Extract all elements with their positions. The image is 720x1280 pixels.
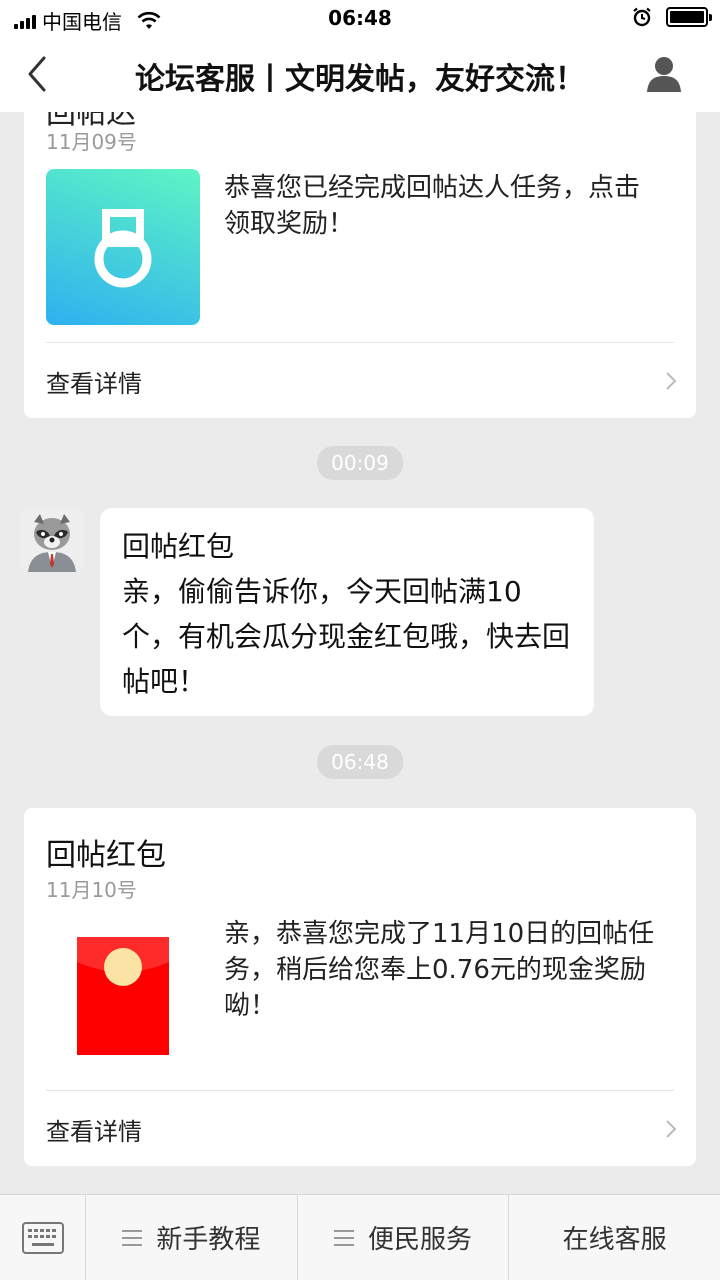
message-text: 亲，偷偷告诉你，今天回帖满10个，有机会瓜分现金红包哦，快去回帖吧！ [122, 575, 571, 698]
red-packet-card[interactable]: 回帖红包 11月10号 亲，恭喜您完成了11月10日的回帖任务，稍后给您奉上0.… [24, 808, 696, 1166]
chevron-right-icon [666, 1120, 677, 1138]
menu-list-icon [122, 1229, 143, 1246]
keyboard-icon [22, 1222, 64, 1254]
menu-online-support[interactable]: 在线客服 [509, 1195, 720, 1280]
task-card[interactable]: 回帖达 11月09号 恭喜您已经完成回帖达人任务，点击领取奖励！ 查看详情 [24, 112, 696, 418]
back-icon[interactable] [20, 54, 56, 94]
medal-thumbnail [46, 169, 200, 325]
timestamp: 00:09 [317, 446, 403, 480]
menu-convenience-services[interactable]: 便民服务 [298, 1195, 510, 1280]
card-text: 亲，恭喜您完成了11月10日的回帖任务，稍后给您奉上0.76元的现金奖励呦！ [224, 919, 655, 1021]
red-packet-icon [77, 937, 169, 1055]
status-time: 06:48 [328, 6, 392, 30]
view-details-link[interactable]: 查看详情 [46, 1112, 142, 1147]
chevron-right-icon [666, 372, 677, 390]
menu-label: 便民服务 [368, 1225, 473, 1255]
profile-icon[interactable] [644, 54, 684, 94]
status-bar: 中国电信 06:48 [0, 0, 720, 36]
card-date: 11月09号 [46, 130, 137, 154]
keyboard-toggle-button[interactable] [0, 1195, 86, 1280]
status-right [632, 7, 712, 27]
bottom-menu: 新手教程 便民服务 在线客服 [0, 1194, 720, 1280]
battery-icon [666, 7, 712, 27]
view-details-link[interactable]: 查看详情 [46, 364, 142, 399]
alarm-icon [633, 7, 651, 27]
timestamp: 06:48 [317, 745, 403, 779]
raccoon-avatar-icon [20, 508, 84, 572]
card-text: 恭喜您已经完成回帖达人任务，点击领取奖励！ [224, 173, 641, 239]
menu-list-icon [334, 1229, 354, 1246]
card-title: 回帖红包 [46, 838, 166, 873]
card-divider [46, 342, 674, 343]
menu-label: 新手教程 [156, 1225, 261, 1255]
menu-label: 在线客服 [562, 1225, 667, 1255]
chat-area: 回帖达 11月09号 恭喜您已经完成回帖达人任务，点击领取奖励！ 查看详情 00… [0, 112, 720, 1194]
message-bubble[interactable]: 回帖红包 亲，偷偷告诉你，今天回帖满10个，有机会瓜分现金红包哦，快去回帖吧！ [100, 508, 594, 716]
message-title: 回帖红包 [122, 530, 235, 563]
medal-icon [94, 209, 152, 288]
page-title: 论坛客服丨文明发帖，友好交流！ [135, 62, 585, 97]
nav-bar: 论坛客服丨文明发帖，友好交流！ [0, 36, 720, 112]
card-divider [46, 1090, 674, 1091]
avatar[interactable] [20, 508, 84, 572]
card-date: 11月10号 [46, 878, 137, 902]
menu-beginner-tutorial[interactable]: 新手教程 [86, 1195, 298, 1280]
